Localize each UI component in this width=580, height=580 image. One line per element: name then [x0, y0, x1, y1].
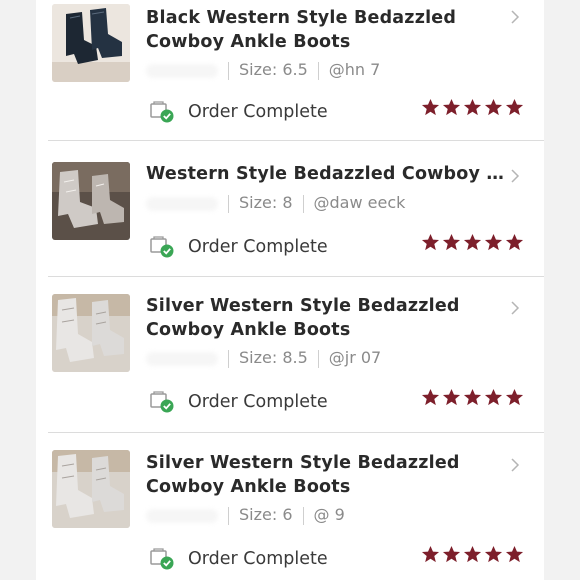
star-icon: [484, 388, 503, 406]
size-label: Size: 6.5: [239, 60, 308, 79]
order-row[interactable]: Silver Western Style Bedazzled Cowboy An…: [36, 433, 544, 580]
meta-separator: [228, 61, 229, 80]
status-text: Order Complete: [188, 392, 328, 412]
star-icon: [463, 545, 482, 563]
order-status: Order Complete: [150, 100, 328, 124]
meta-separator: [317, 61, 319, 80]
left-margin: [0, 0, 36, 580]
star-icon: [505, 233, 524, 251]
meta-separator: [228, 194, 229, 213]
star-icon: [484, 98, 503, 116]
star-icon: [421, 98, 440, 116]
star-icon: [421, 233, 440, 251]
chevron-right-icon[interactable]: [508, 169, 522, 183]
black-boot-photo-icon: [52, 4, 130, 82]
order-status: Order Complete: [150, 547, 328, 571]
status-text: Order Complete: [188, 102, 328, 122]
order-row[interactable]: Black Western Style Bedazzled Cowboy Ank…: [36, 0, 544, 141]
status-text: Order Complete: [188, 549, 328, 569]
redacted-name: [146, 63, 218, 78]
star-icon: [442, 388, 461, 406]
star-rating: [421, 545, 524, 565]
star-icon: [505, 545, 524, 563]
buyer-handle[interactable]: @hn 7: [329, 60, 381, 79]
chevron-right-icon[interactable]: [508, 458, 522, 472]
order-row[interactable]: Western Style Bedazzled Cowboy An... Siz…: [36, 141, 544, 277]
meta-separator: [317, 349, 319, 368]
product-title[interactable]: Black Western Style Bedazzled Cowboy Ank…: [146, 6, 506, 54]
star-icon: [505, 388, 524, 406]
order-status: Order Complete: [150, 235, 328, 259]
redacted-name: [146, 196, 218, 211]
order-complete-check-icon: [150, 236, 174, 258]
silver-boot-photo-icon: [52, 450, 130, 528]
star-icon: [484, 545, 503, 563]
star-icon: [421, 545, 440, 563]
product-title[interactable]: Silver Western Style Bedazzled Cowboy An…: [146, 294, 506, 342]
star-icon: [421, 388, 440, 406]
status-text: Order Complete: [188, 237, 328, 257]
redacted-name: [146, 351, 218, 366]
order-complete-check-icon: [150, 548, 174, 570]
star-rating: [421, 233, 524, 253]
silver-boot-photo-icon: [52, 162, 130, 240]
order-list: Black Western Style Bedazzled Cowboy Ank…: [36, 0, 544, 580]
buyer-handle[interactable]: @ 9: [314, 505, 345, 524]
order-row[interactable]: Silver Western Style Bedazzled Cowboy An…: [36, 277, 544, 433]
product-thumbnail[interactable]: [52, 450, 130, 528]
meta-separator: [228, 349, 229, 368]
order-complete-check-icon: [150, 391, 174, 413]
size-label: Size: 8.5: [239, 348, 308, 367]
meta-separator: [302, 194, 304, 213]
order-meta: Size: 8 @daw eeck: [146, 193, 506, 215]
order-meta: Size: 6 @ 9: [146, 505, 506, 527]
size-label: Size: 8: [239, 193, 293, 212]
chevron-right-icon[interactable]: [508, 301, 522, 315]
product-title[interactable]: Western Style Bedazzled Cowboy An...: [146, 162, 506, 186]
star-icon: [463, 233, 482, 251]
size-label: Size: 6: [239, 505, 293, 524]
star-icon: [442, 233, 461, 251]
star-icon: [484, 233, 503, 251]
silver-boot-photo-icon: [52, 294, 130, 372]
star-icon: [442, 98, 461, 116]
redacted-name: [146, 508, 218, 523]
right-margin: [544, 0, 580, 580]
meta-separator: [302, 506, 304, 525]
star-icon: [463, 98, 482, 116]
buyer-handle[interactable]: @daw eeck: [314, 193, 406, 212]
product-title[interactable]: Silver Western Style Bedazzled Cowboy An…: [146, 451, 506, 499]
star-rating: [421, 98, 524, 118]
order-meta: Size: 6.5 @hn 7: [146, 60, 506, 82]
star-icon: [505, 98, 524, 116]
chevron-right-icon[interactable]: [508, 10, 522, 24]
star-icon: [463, 388, 482, 406]
product-thumbnail[interactable]: [52, 4, 130, 82]
order-meta: Size: 8.5 @jr 07: [146, 348, 506, 370]
star-icon: [442, 545, 461, 563]
meta-separator: [228, 506, 229, 525]
star-rating: [421, 388, 524, 408]
order-complete-check-icon: [150, 101, 174, 123]
order-status: Order Complete: [150, 390, 328, 414]
product-thumbnail[interactable]: [52, 294, 130, 372]
buyer-handle[interactable]: @jr 07: [329, 348, 381, 367]
product-thumbnail[interactable]: [52, 162, 130, 240]
